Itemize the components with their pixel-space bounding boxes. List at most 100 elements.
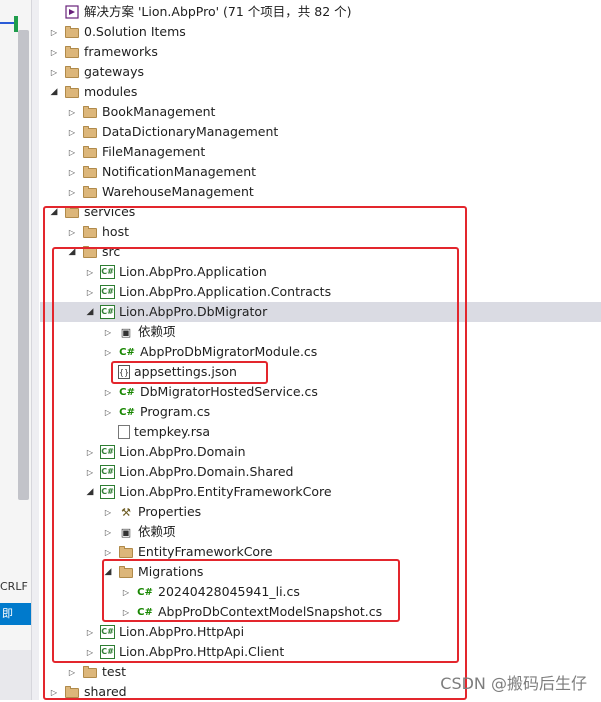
bottom-panel-tab[interactable]: 即 bbox=[0, 603, 31, 625]
change-marker bbox=[14, 16, 18, 32]
expand-arrow-icon[interactable]: ▷ bbox=[102, 322, 114, 342]
expand-arrow-icon[interactable]: ▷ bbox=[84, 442, 96, 462]
tree-item-label: AbpProDbMigratorModule.cs bbox=[140, 344, 318, 359]
tree-item-frameworks[interactable]: ▷ frameworks bbox=[40, 42, 601, 62]
expand-arrow-icon[interactable]: ▷ bbox=[84, 642, 96, 662]
tree-item-properties[interactable]: ▷ ⚒ Properties bbox=[40, 502, 601, 522]
tree-item-gateways[interactable]: ▷ gateways bbox=[40, 62, 601, 82]
folder-icon bbox=[64, 205, 80, 219]
expand-arrow-icon[interactable]: ▷ bbox=[48, 42, 60, 62]
tree-item-label: test bbox=[102, 664, 127, 679]
expand-arrow-icon[interactable]: ▷ bbox=[66, 142, 78, 162]
arrow-spacer bbox=[48, 2, 60, 22]
expand-arrow-icon[interactable]: ▷ bbox=[66, 182, 78, 202]
file-icon bbox=[118, 425, 130, 439]
collapse-arrow-icon[interactable]: ◢ bbox=[84, 482, 96, 502]
expand-arrow-icon[interactable]: ▷ bbox=[120, 602, 132, 622]
expand-arrow-icon[interactable]: ▷ bbox=[66, 102, 78, 122]
csharp-project-icon: C# bbox=[100, 625, 115, 639]
csharp-file-icon: C# bbox=[119, 406, 135, 418]
collapse-arrow-icon[interactable]: ◢ bbox=[66, 242, 78, 262]
tree-item-bookmanagement[interactable]: ▷ BookManagement bbox=[40, 102, 601, 122]
tree-item-deps-1[interactable]: ▷ ▣ 依赖项 bbox=[40, 322, 601, 342]
tree-item-dbmigrator[interactable]: ◢ C# Lion.AbpPro.DbMigrator bbox=[40, 302, 601, 322]
tree-item-label: 解决方案 'Lion.AbpPro' (71 个项目，共 82 个) bbox=[84, 4, 352, 19]
tree-item-notification[interactable]: ▷ NotificationManagement bbox=[40, 162, 601, 182]
tree-item-migration-li[interactable]: ▷ C# 20240428045941_li.cs bbox=[40, 582, 601, 602]
tree-item-domain[interactable]: ▷ C# Lion.AbpPro.Domain bbox=[40, 442, 601, 462]
expand-arrow-icon[interactable]: ▷ bbox=[66, 222, 78, 242]
expand-arrow-icon[interactable]: ▷ bbox=[66, 162, 78, 182]
tree-item-tempkey[interactable]: tempkey.rsa bbox=[40, 422, 601, 442]
expand-arrow-icon[interactable]: ▷ bbox=[102, 402, 114, 422]
tree-item-module-cs[interactable]: ▷ C# AbpProDbMigratorModule.cs bbox=[40, 342, 601, 362]
tree-item-label: Lion.AbpPro.Application bbox=[119, 264, 267, 279]
collapse-arrow-icon[interactable]: ◢ bbox=[84, 302, 96, 322]
tree-item-host[interactable]: ▷ host bbox=[40, 222, 601, 242]
tree-item-label: BookManagement bbox=[102, 104, 216, 119]
properties-icon: ⚒ bbox=[121, 505, 131, 519]
collapse-arrow-icon[interactable]: ◢ bbox=[48, 82, 60, 102]
tree-item-label: tempkey.rsa bbox=[134, 424, 211, 439]
tree-item-efcore-folder[interactable]: ▷ EntityFrameworkCore bbox=[40, 542, 601, 562]
expand-arrow-icon[interactable]: ▷ bbox=[84, 622, 96, 642]
tree-item-domain-shared[interactable]: ▷ C# Lion.AbpPro.Domain.Shared bbox=[40, 462, 601, 482]
dependencies-icon: ▣ bbox=[120, 525, 132, 539]
expand-arrow-icon[interactable]: ▷ bbox=[48, 62, 60, 82]
expand-arrow-icon[interactable]: ▷ bbox=[102, 522, 114, 542]
tree-item-efcore[interactable]: ◢ C# Lion.AbpPro.EntityFrameworkCore bbox=[40, 482, 601, 502]
expand-arrow-icon[interactable]: ▷ bbox=[48, 682, 60, 702]
expand-arrow-icon[interactable]: ▷ bbox=[84, 462, 96, 482]
folder-icon bbox=[64, 65, 80, 79]
expand-arrow-icon[interactable]: ▷ bbox=[66, 122, 78, 142]
tree-item-label: Lion.AbpPro.Application.Contracts bbox=[119, 284, 332, 299]
folder-icon bbox=[64, 45, 80, 59]
expand-arrow-icon[interactable]: ▷ bbox=[102, 382, 114, 402]
tree-item-solution[interactable]: 解决方案 'Lion.AbpPro' (71 个项目，共 82 个) bbox=[40, 2, 601, 22]
tree-item-label: WarehouseManagement bbox=[102, 184, 254, 199]
tree-item-appsettings[interactable]: {} appsettings.json bbox=[40, 362, 601, 382]
panel-splitter[interactable] bbox=[31, 0, 39, 700]
line-ending-indicator[interactable]: CRLF bbox=[0, 580, 28, 593]
tree-item-application[interactable]: ▷ C# Lion.AbpPro.Application bbox=[40, 262, 601, 282]
editor-scrollbar[interactable] bbox=[18, 30, 29, 500]
expand-arrow-icon[interactable]: ▷ bbox=[102, 502, 114, 522]
tree-item-deps-2[interactable]: ▷ ▣ 依赖项 bbox=[40, 522, 601, 542]
expand-arrow-icon[interactable]: ▷ bbox=[48, 22, 60, 42]
tree-item-src[interactable]: ◢ src bbox=[40, 242, 601, 262]
tree-item-label: modules bbox=[84, 84, 138, 99]
csharp-project-icon: C# bbox=[100, 645, 115, 659]
tree-item-modules[interactable]: ◢ modules bbox=[40, 82, 601, 102]
tree-item-label: DbMigratorHostedService.cs bbox=[140, 384, 318, 399]
folder-icon bbox=[64, 25, 80, 39]
expand-arrow-icon[interactable]: ▷ bbox=[102, 342, 114, 362]
expand-arrow-icon[interactable]: ▷ bbox=[120, 582, 132, 602]
tree-item-datadictionary[interactable]: ▷ DataDictionaryManagement bbox=[40, 122, 601, 142]
expand-arrow-icon[interactable]: ▷ bbox=[102, 542, 114, 562]
expand-arrow-icon[interactable]: ▷ bbox=[84, 282, 96, 302]
tree-item-label: EntityFrameworkCore bbox=[138, 544, 273, 559]
tree-item-httpapi[interactable]: ▷ C# Lion.AbpPro.HttpApi bbox=[40, 622, 601, 642]
tree-item-label: frameworks bbox=[84, 44, 158, 59]
tree-item-program[interactable]: ▷ C# Program.cs bbox=[40, 402, 601, 422]
tree-item-solution-items[interactable]: ▷ 0.Solution Items bbox=[40, 22, 601, 42]
tree-item-httpapi-client[interactable]: ▷ C# Lion.AbpPro.HttpApi.Client bbox=[40, 642, 601, 662]
tree-item-filemanagement[interactable]: ▷ FileManagement bbox=[40, 142, 601, 162]
expand-arrow-icon[interactable]: ▷ bbox=[66, 662, 78, 682]
editor-left-strip: CRLF 即 bbox=[0, 0, 31, 700]
tree-item-application-contracts[interactable]: ▷ C# Lion.AbpPro.Application.Contracts bbox=[40, 282, 601, 302]
expand-arrow-icon[interactable]: ▷ bbox=[84, 262, 96, 282]
tree-item-services[interactable]: ◢ services bbox=[40, 202, 601, 222]
tree-item-label: Properties bbox=[138, 504, 202, 519]
folder-icon bbox=[82, 185, 98, 199]
csharp-file-icon: C# bbox=[137, 606, 153, 618]
tree-item-label: Lion.AbpPro.HttpApi.Client bbox=[119, 644, 285, 659]
tree-item-warehouse[interactable]: ▷ WarehouseManagement bbox=[40, 182, 601, 202]
collapse-arrow-icon[interactable]: ◢ bbox=[102, 562, 114, 582]
watermark: CSDN @搬码后生仔 bbox=[440, 674, 587, 693]
tree-item-migrations[interactable]: ◢ Migrations bbox=[40, 562, 601, 582]
tree-item-snapshot[interactable]: ▷ C# AbpProDbContextModelSnapshot.cs bbox=[40, 602, 601, 622]
tree-item-hosted-service[interactable]: ▷ C# DbMigratorHostedService.cs bbox=[40, 382, 601, 402]
collapse-arrow-icon[interactable]: ◢ bbox=[48, 202, 60, 222]
json-file-icon: {} bbox=[118, 365, 130, 379]
